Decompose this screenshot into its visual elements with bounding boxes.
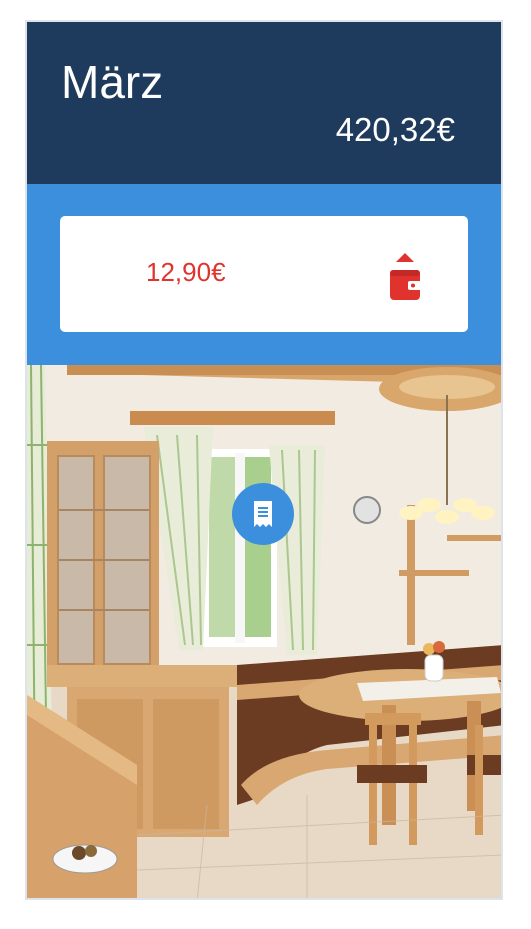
receipt-fab-button[interactable]	[232, 483, 294, 545]
summary-band: 12,90€	[27, 184, 501, 365]
wallet-upload-button[interactable]	[388, 248, 422, 304]
month-header: März 420,32€	[27, 22, 501, 184]
month-title: März	[61, 56, 164, 108]
expense-amount: 12,90€	[146, 257, 226, 287]
app-frame: März 420,32€ 12,90€	[25, 20, 503, 900]
kitchen-dining-room-photo	[27, 365, 501, 898]
receipt-icon	[254, 501, 272, 527]
expense-summary-card[interactable]: 12,90€	[60, 216, 468, 332]
month-total: 420,32€	[335, 111, 455, 148]
wallet-up-icon	[390, 253, 422, 300]
